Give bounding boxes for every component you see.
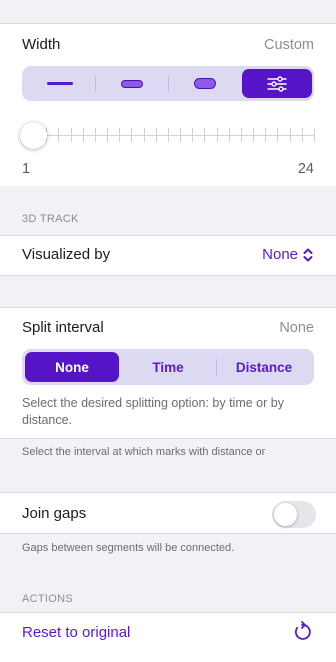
segment-divider [168, 75, 169, 92]
medium-line-icon [121, 79, 143, 88]
slider-min-label: 1 [22, 161, 31, 177]
slider-tick [94, 128, 96, 142]
width-option-custom[interactable] [242, 69, 312, 98]
section-header-3d-track: 3D TRACK [22, 213, 79, 225]
slider-tick [240, 128, 242, 142]
bold-line-icon [194, 78, 216, 89]
slider-tick [216, 128, 218, 142]
slider-tick [131, 128, 133, 142]
slider-tick [107, 128, 109, 142]
slider-tick [143, 128, 145, 142]
slider-tick [70, 128, 72, 142]
slider-tick [155, 128, 157, 142]
slider-tick [119, 128, 121, 142]
slider-tick [314, 128, 315, 142]
slider-tick [180, 128, 182, 142]
slider-tick [192, 128, 194, 142]
slider-tick [58, 128, 60, 142]
split-interval-value: None [279, 320, 314, 336]
slider-tick [277, 128, 279, 142]
segment-divider [95, 75, 96, 92]
join-gaps-footer: Gaps between segments will be connected. [22, 542, 235, 554]
chevron-up-down-icon [303, 248, 313, 261]
split-option-time[interactable]: Time [121, 352, 215, 382]
split-description: Select the desired splitting option: by … [22, 396, 284, 427]
thin-line-icon [47, 82, 73, 85]
width-option-thin[interactable] [25, 69, 95, 98]
split-option-none[interactable]: None [25, 352, 119, 382]
section-header-actions: ACTIONS [22, 593, 73, 605]
width-option-bold[interactable] [170, 69, 240, 98]
slider-tick [289, 128, 291, 142]
slider-tick [253, 128, 255, 142]
width-slider-thumb[interactable] [20, 122, 47, 149]
slider-tick [204, 128, 206, 142]
width-value: Custom [264, 37, 314, 53]
width-slider-track[interactable] [34, 135, 314, 136]
width-option-medium[interactable] [97, 69, 167, 98]
divider [0, 275, 336, 276]
toggle-knob [274, 503, 297, 526]
divider [0, 438, 336, 439]
visualized-by-value-text: None [262, 246, 298, 263]
divider [0, 612, 336, 613]
split-option-distance[interactable]: Distance [217, 352, 311, 382]
sliders-icon [267, 75, 287, 92]
split-footer-note: Select the interval at which marks with … [22, 446, 266, 458]
slider-tick [265, 128, 267, 142]
slider-tick [82, 128, 84, 142]
slider-tick [167, 128, 169, 142]
divider [0, 23, 336, 24]
slider-max-label: 24 [297, 161, 314, 177]
width-segmented-control [22, 66, 314, 101]
slider-tick [301, 128, 303, 142]
slider-tick [228, 128, 230, 142]
visualized-by-label: Visualized by [22, 246, 111, 263]
width-label: Width [22, 36, 61, 53]
visualized-by-value[interactable]: None [262, 246, 314, 263]
divider [0, 492, 336, 493]
divider [0, 533, 336, 534]
reset-icon[interactable] [291, 621, 313, 643]
split-segmented-control: None Time Distance [22, 349, 314, 385]
join-gaps-toggle[interactable] [272, 501, 316, 528]
split-interval-label: Split interval [22, 319, 104, 336]
divider [0, 307, 336, 308]
divider [0, 235, 336, 236]
join-gaps-label: Join gaps [22, 505, 87, 522]
reset-to-original-button[interactable]: Reset to original [22, 624, 130, 641]
